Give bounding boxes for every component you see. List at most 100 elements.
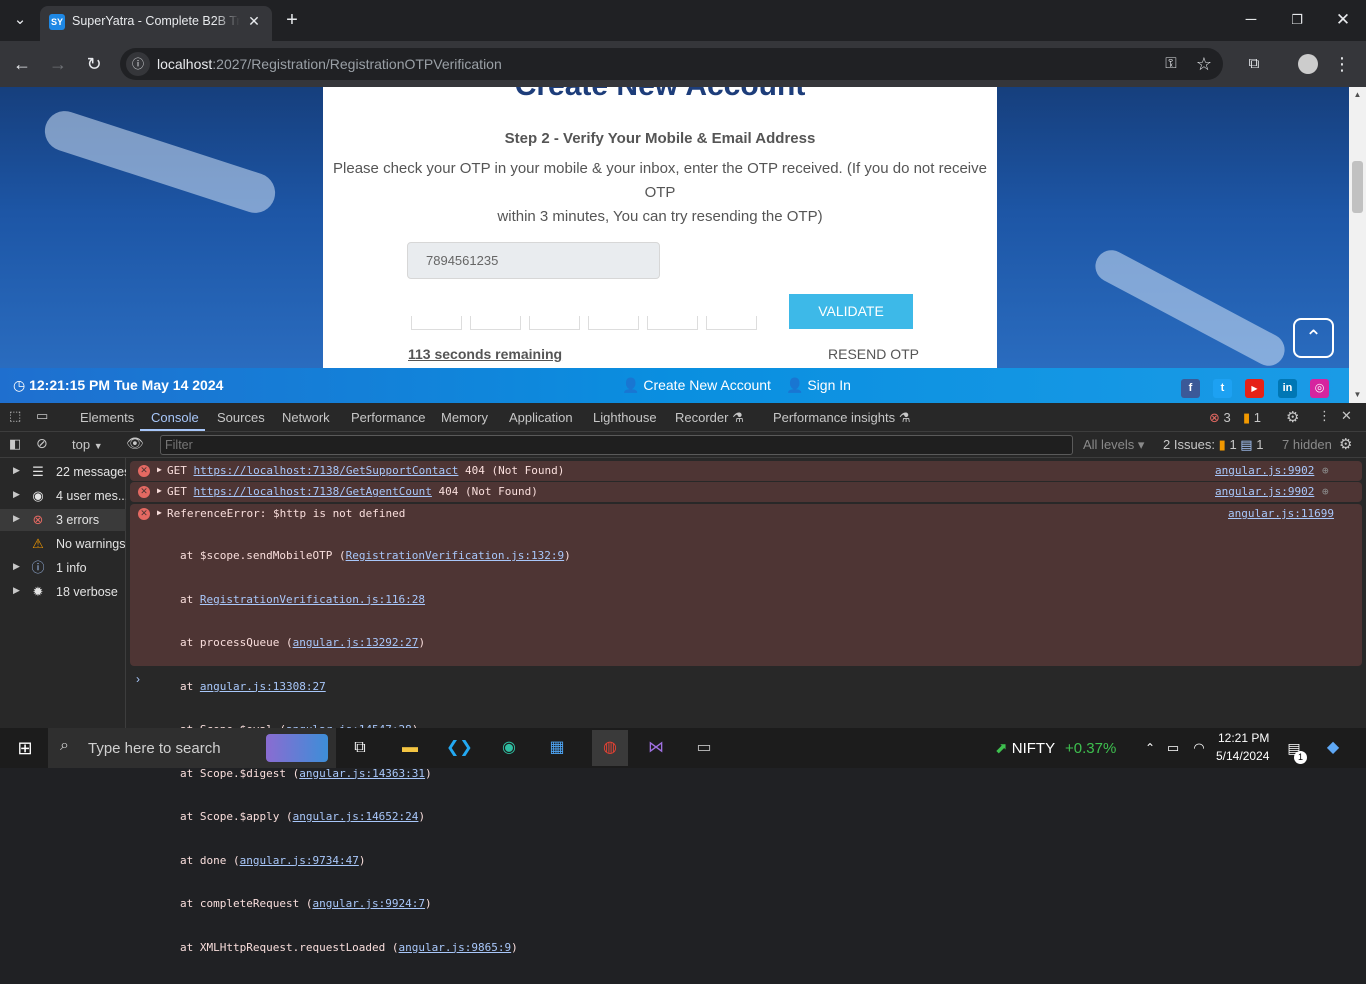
page-scrollbar[interactable]: ▲ ▼ [1349, 87, 1366, 403]
console-error-row[interactable]: ✕ ▶ GET https://localhost:7138/GetAgentC… [130, 482, 1362, 502]
otp-digit-1[interactable] [411, 316, 462, 330]
log-levels-dropdown[interactable]: All levels ▾ [1083, 437, 1144, 453]
request-url-link[interactable]: https://localhost:7138/GetSupportContact [194, 464, 459, 477]
issues-button[interactable]: 2 Issues: ▮ 1 ▤ 1 [1163, 437, 1263, 453]
battery-icon[interactable]: ▭ [1160, 736, 1186, 760]
console-filter-input[interactable] [160, 435, 1073, 455]
forward-arrow-icon[interactable]: → [44, 50, 72, 78]
error-counter[interactable]: ⊗ 3 [1209, 410, 1231, 426]
linkedin-icon[interactable]: in [1278, 379, 1297, 398]
site-info-icon[interactable]: ⓘ [126, 52, 150, 76]
otp-digit-3[interactable] [529, 316, 580, 330]
bookmark-star-icon[interactable]: ☆ [1190, 50, 1218, 78]
clock-date[interactable]: 5/14/2024 [1216, 749, 1269, 763]
sidebar-item-info[interactable]: ▶ ⓘ 1 info [0, 557, 126, 579]
create-account-link[interactable]: 👤 Create New Account [622, 377, 771, 394]
task-view-icon[interactable]: ⧉ [347, 736, 373, 760]
otp-digit-5[interactable] [647, 316, 698, 330]
visual-studio-icon[interactable]: ⋈ [643, 736, 669, 760]
close-window-icon[interactable]: ✕ [1329, 6, 1357, 34]
validate-button[interactable]: VALIDATE [789, 294, 913, 329]
stack-frame-link[interactable]: angular.js:9924:7 [312, 897, 425, 910]
browser-tab[interactable]: SY SuperYatra - Complete B2B Trav ✕ [40, 6, 272, 41]
clear-console-icon[interactable]: ⊘ [36, 435, 48, 452]
close-devtools-icon[interactable]: ✕ [1341, 408, 1352, 424]
expand-triangle-icon[interactable]: ▶ [157, 465, 162, 474]
settings-gear-icon[interactable]: ⚙ [1286, 408, 1299, 426]
stack-frame-link[interactable]: angular.js:13292:27 [293, 636, 419, 649]
inspect-element-icon[interactable]: ⬚ [9, 408, 21, 424]
facebook-icon[interactable]: f [1181, 379, 1200, 398]
stack-frame-link[interactable]: RegistrationVerification.js:116:28 [200, 593, 425, 606]
sidebar-item-messages[interactable]: ▶ ☰ 22 messages [0, 461, 130, 483]
stock-widget[interactable]: ⬈ NIFTY +0.37% [995, 739, 1116, 757]
otp-digit-2[interactable] [470, 316, 521, 330]
scrollbar-thumb[interactable] [1352, 161, 1363, 213]
devtools-menu-icon[interactable]: ⋮ [1318, 408, 1331, 424]
instagram-icon[interactable]: ◎ [1310, 379, 1329, 398]
close-tab-icon[interactable]: ✕ [244, 11, 264, 31]
url-text[interactable]: localhost:2027/Registration/Registration… [157, 56, 502, 72]
extensions-puzzle-icon[interactable]: ⧉ [1240, 50, 1268, 78]
tab-search-chevron-icon[interactable]: ⌄ [6, 6, 34, 34]
tab-sources[interactable]: Sources [217, 410, 265, 425]
stack-frame-link[interactable]: angular.js:13308:27 [200, 680, 326, 693]
scroll-up-arrow-icon[interactable]: ▲ [1349, 90, 1366, 99]
live-expression-eye-icon[interactable]: 👁 [126, 435, 144, 452]
reload-icon[interactable]: ↻ [80, 50, 108, 78]
youtube-icon[interactable]: ▶ [1245, 379, 1264, 398]
scroll-down-arrow-icon[interactable]: ▼ [1349, 390, 1366, 399]
console-prompt-chevron-icon[interactable]: › [136, 672, 140, 686]
sidebar-item-errors[interactable]: ▶ ⊗ 3 errors [0, 509, 126, 531]
stack-frame-link[interactable]: RegistrationVerification.js:132:9 [346, 549, 565, 562]
console-exception-block[interactable]: ✕ ▶ ReferenceError: $http is not defined… [130, 504, 1362, 954]
tab-memory[interactable]: Memory [441, 410, 488, 425]
sidebar-item-verbose[interactable]: ▶ ✹ 18 verbose [0, 581, 126, 603]
otp-digit-4[interactable] [588, 316, 639, 330]
stack-frame-link[interactable]: angular.js:9865:9 [399, 941, 512, 954]
warning-counter[interactable]: ▮ 1 [1243, 410, 1261, 426]
edge-icon[interactable]: ◉ [496, 736, 522, 760]
source-link[interactable]: angular.js:9902 [1215, 485, 1314, 498]
clock-time[interactable]: 12:21 PM [1218, 731, 1269, 745]
tab-console[interactable]: Console [151, 410, 199, 425]
sidebar-toggle-icon[interactable]: ◧ [9, 436, 21, 452]
terminal-icon[interactable]: ▭ [691, 736, 717, 760]
sidebar-item-warnings[interactable]: ⚠ No warnings [0, 533, 126, 555]
console-settings-icon[interactable]: ⚙ [1339, 435, 1352, 453]
resend-otp-link[interactable]: RESEND OTP [828, 346, 919, 362]
twitter-icon[interactable]: t [1213, 379, 1232, 398]
minimize-icon[interactable]: ─ [1237, 6, 1265, 34]
tab-performance-insights[interactable]: Performance insights ⚗ [773, 410, 910, 426]
tab-lighthouse[interactable]: Lighthouse [593, 410, 657, 425]
windows-start-icon[interactable]: ⊞ [12, 736, 38, 760]
tab-recorder[interactable]: Recorder ⚗ [675, 410, 744, 426]
device-toolbar-icon[interactable]: ▭ [36, 408, 48, 424]
scroll-to-top-button[interactable]: ⌃ [1293, 318, 1334, 358]
expand-triangle-icon[interactable]: ▶ [157, 486, 162, 495]
mobile-number-field[interactable]: 7894561235 [407, 242, 660, 279]
restore-icon[interactable]: ❐ [1283, 6, 1311, 34]
expand-triangle-icon[interactable]: ▶ [157, 508, 162, 517]
source-link[interactable]: angular.js:11699 [1228, 507, 1334, 520]
otp-digit-6[interactable] [706, 316, 757, 330]
chrome-icon[interactable]: ◍ [592, 730, 628, 766]
menu-kebab-icon[interactable]: ⋮ [1328, 50, 1356, 78]
tab-network[interactable]: Network [282, 410, 330, 425]
copilot-icon[interactable]: ◆ [1320, 736, 1346, 760]
stack-frame-link[interactable]: angular.js:14363:31 [299, 767, 425, 780]
file-explorer-icon[interactable]: ▬ [397, 736, 423, 760]
back-arrow-icon[interactable]: ← [8, 50, 36, 78]
sidebar-item-user-messages[interactable]: ▶ ◉ 4 user mes... [0, 485, 128, 507]
tab-elements[interactable]: Elements [80, 410, 134, 425]
password-key-icon[interactable]: ⚿ [1157, 50, 1185, 78]
request-url-link[interactable]: https://localhost:7138/GetAgentCount [194, 485, 432, 498]
sign-in-link[interactable]: 👤 Sign In [786, 377, 851, 394]
store-icon[interactable]: ▦ [544, 736, 570, 760]
context-selector[interactable]: top ▼ [72, 437, 103, 452]
stack-frame-link[interactable]: angular.js:9734:47 [240, 854, 359, 867]
vscode-icon[interactable]: ❮❯ [446, 736, 473, 760]
new-tab-plus-icon[interactable]: + [278, 6, 306, 34]
console-error-row[interactable]: ✕ ▶ GET https://localhost:7138/GetSuppor… [130, 461, 1362, 481]
wifi-icon[interactable]: ◠ [1186, 736, 1212, 760]
